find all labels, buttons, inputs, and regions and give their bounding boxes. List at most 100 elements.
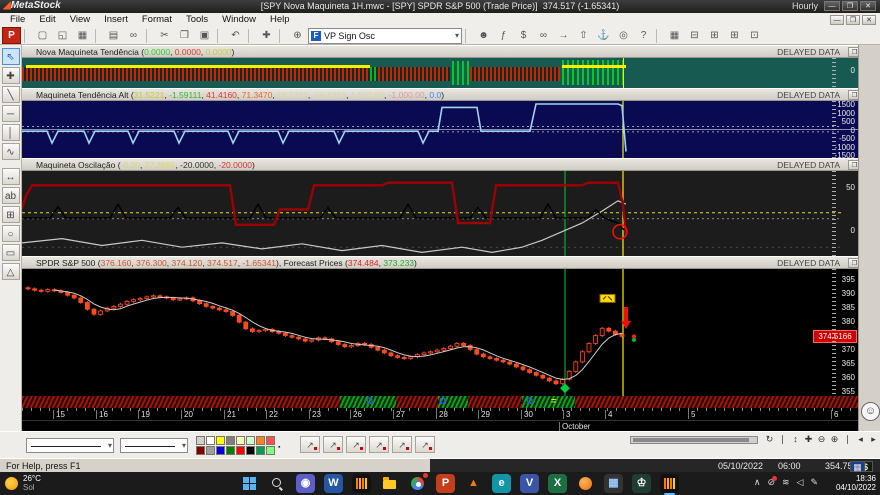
menu-view[interactable]: View — [64, 13, 96, 26]
text-tool[interactable]: ab — [1, 187, 20, 204]
color-swatch[interactable] — [196, 436, 205, 445]
color-swatch[interactable] — [216, 436, 225, 445]
forecaster-button[interactable]: → — [554, 27, 573, 44]
color-swatch[interactable] — [206, 436, 215, 445]
trend-signal-chart[interactable]: 0 — [22, 58, 858, 88]
downloader-button[interactable]: ⚓ — [594, 27, 613, 44]
cascade-windows-button[interactable]: ▦ — [665, 27, 684, 44]
visio-icon[interactable]: V — [520, 474, 539, 493]
trendline-preset-button[interactable]: ↗ — [300, 436, 320, 453]
trend-alt-chart[interactable]: 1500 1000 500 0 -500 -1000 -1500 — [22, 101, 858, 158]
trendline-tool[interactable]: ╲ — [1, 86, 20, 103]
explorer-icon[interactable] — [380, 474, 399, 493]
color-swatch[interactable] — [266, 446, 275, 455]
volume-icon[interactable]: ◁ — [797, 477, 804, 488]
palette-more-button[interactable]: ▪ — [278, 444, 280, 451]
restore-button[interactable]: ❐ — [846, 15, 860, 25]
vlc-icon[interactable]: ▲ — [464, 474, 483, 493]
help-button[interactable]: ? — [634, 27, 653, 44]
color-swatch[interactable] — [246, 446, 255, 455]
line-weight-dropdown[interactable]: ▾ — [120, 438, 188, 453]
horizontal-scrollbar[interactable] — [630, 436, 758, 444]
quotes-button[interactable]: $ — [514, 27, 533, 44]
tray-expand-icon[interactable]: ∧ — [754, 477, 761, 488]
color-swatch[interactable] — [226, 436, 235, 445]
paste-button[interactable]: ▣ — [195, 27, 214, 44]
copy-button[interactable]: ❐ — [175, 27, 194, 44]
trendline-preset-button[interactable]: ↗ — [346, 436, 366, 453]
expand-tool[interactable]: ↔ — [1, 168, 20, 185]
menu-window[interactable]: Window — [216, 13, 262, 26]
oscillator-chart[interactable]: 50 0 — [22, 171, 858, 256]
word-icon[interactable]: W — [324, 474, 343, 493]
zoom-out-button[interactable]: ⊖ — [816, 433, 827, 446]
horizontal-line-tool[interactable]: ─ — [1, 105, 20, 122]
color-swatch[interactable] — [256, 446, 265, 455]
color-swatch[interactable] — [236, 436, 245, 445]
semilog-line-tool[interactable]: ∿ — [1, 143, 20, 160]
vertical-line-tool[interactable]: │ — [1, 124, 20, 141]
pointer-tool[interactable]: ⇖ — [1, 48, 20, 65]
network-icon[interactable]: ⊘ — [767, 476, 777, 488]
indicator-builder-button[interactable]: ƒ — [494, 27, 513, 44]
color-swatch[interactable] — [256, 436, 265, 445]
pen-icon[interactable]: ✎ — [810, 477, 818, 488]
menu-help[interactable]: Help — [264, 13, 296, 26]
color-swatch[interactable] — [226, 446, 235, 455]
explorer-button[interactable]: ∞ — [124, 27, 143, 44]
upload-button[interactable]: ⇧ — [574, 27, 593, 44]
open-chart-button[interactable]: ◱ — [53, 27, 72, 44]
undo-button[interactable]: ↶ — [226, 27, 245, 44]
color-swatch[interactable] — [236, 446, 245, 455]
start-button[interactable] — [240, 474, 259, 493]
chrome-icon[interactable] — [408, 472, 429, 493]
ellipse-tool[interactable]: ○ — [1, 225, 20, 242]
trendline-preset-button[interactable]: ↗ — [415, 436, 435, 453]
expert-advisor-button[interactable]: ☻ — [474, 27, 493, 44]
close-button[interactable]: ✕ — [860, 1, 876, 11]
line-style-dropdown[interactable]: ▾ — [26, 438, 114, 453]
calculator-icon[interactable]: ▦ — [604, 474, 623, 493]
scroll-left-button[interactable]: ◂ — [855, 433, 866, 446]
powerpoint-icon[interactable]: P — [436, 474, 455, 493]
menu-format[interactable]: Format — [136, 13, 178, 26]
scroll-right-button[interactable]: ▸ — [868, 433, 879, 446]
smiley-button[interactable]: ☺ — [861, 402, 880, 421]
price-candlestick-chart[interactable]: 395390385380370365360355374.5166 — [22, 269, 858, 396]
taskbar-clock[interactable]: 18:36 04/10/2022 — [836, 474, 876, 492]
minimize-button[interactable]: — — [824, 1, 840, 11]
search-button[interactable] — [268, 474, 287, 493]
color-swatch[interactable] — [216, 446, 225, 455]
metastock-icon[interactable] — [352, 474, 371, 493]
indicator-dropdown[interactable]: F VP Sign Osc ▾ — [308, 27, 462, 44]
trendline-preset-button[interactable]: ↗ — [323, 436, 343, 453]
refresh-button[interactable]: ↻ — [764, 433, 775, 446]
tile-grid-button[interactable]: ⊞ — [725, 27, 744, 44]
trendline-preset-button[interactable]: ↗ — [392, 436, 412, 453]
power-console-button[interactable]: P — [2, 27, 21, 44]
menu-file[interactable]: File — [4, 13, 31, 26]
trendline-preset-button[interactable]: ↗ — [369, 436, 389, 453]
rectangle-tool[interactable]: ▭ — [1, 244, 20, 261]
save-chart-button[interactable]: ▦ — [73, 27, 92, 44]
menu-edit[interactable]: Edit — [33, 13, 61, 26]
color-swatch[interactable] — [196, 446, 205, 455]
close-button[interactable]: ✕ — [862, 15, 876, 25]
grid-tool[interactable]: ⊞ — [1, 206, 20, 223]
cut-button[interactable]: ✂ — [155, 27, 174, 44]
browser-icon[interactable] — [576, 474, 595, 493]
crosshair-tool[interactable]: ✚ — [1, 67, 20, 84]
color-swatch[interactable] — [246, 436, 255, 445]
layouts-button[interactable]: ▤ — [104, 27, 123, 44]
screener-button[interactable]: ∞ — [534, 27, 553, 44]
edge-icon[interactable]: e — [492, 474, 511, 493]
new-chart-button[interactable]: ▢ — [33, 27, 52, 44]
teams-icon[interactable]: ◉ — [296, 474, 315, 493]
excel-icon[interactable]: X — [548, 474, 567, 493]
scrollbar-handle[interactable] — [633, 438, 749, 442]
restore-button[interactable]: ❐ — [842, 1, 858, 11]
compass-button[interactable]: ✚ — [257, 27, 276, 44]
tile-horizontal-button[interactable]: ⊟ — [685, 27, 704, 44]
metastock-active-icon[interactable] — [660, 474, 679, 495]
zoom-in-button[interactable]: ⊕ — [829, 433, 840, 446]
